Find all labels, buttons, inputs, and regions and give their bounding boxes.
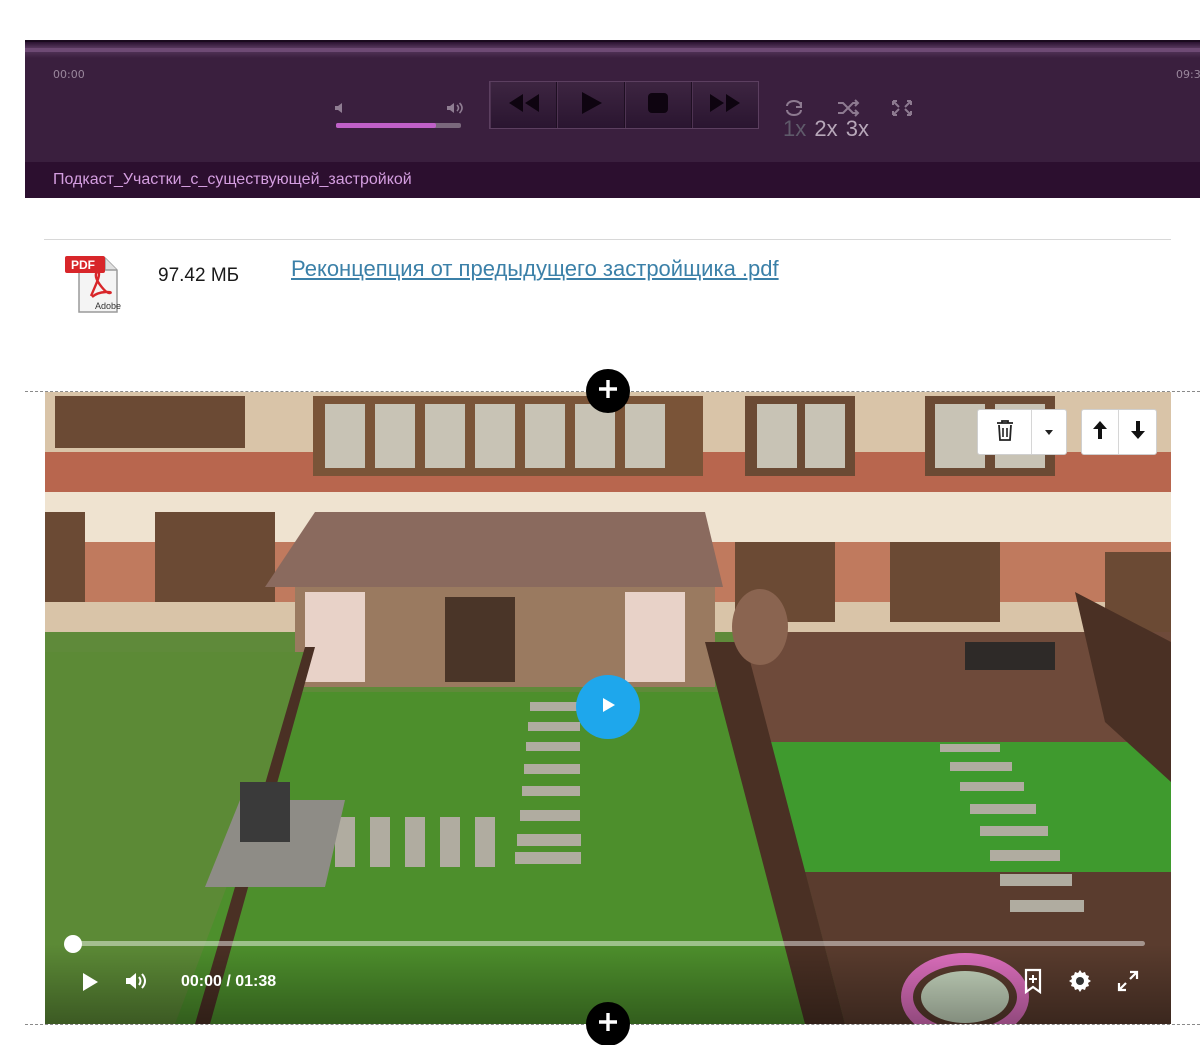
- pdf-brand-label: Adobe: [95, 301, 121, 311]
- fullscreen-icon: [1117, 970, 1139, 997]
- speed-selector: 1x 2x 3x: [783, 116, 871, 142]
- pdf-file-icon[interactable]: PDF Adobe: [63, 254, 125, 316]
- audio-title-bar: Подкаст_Участки_с_существующей_застройко…: [25, 162, 1200, 198]
- speaker-loud-icon[interactable]: [445, 100, 467, 116]
- audio-player: 00:00 09:3 1x 2x 3x Подкаст_Участки_с_су…: [25, 40, 1200, 198]
- audio-seek-bar[interactable]: [25, 40, 1200, 58]
- video-settings-button[interactable]: [1067, 969, 1093, 998]
- rewind-button[interactable]: [490, 82, 558, 128]
- video-fullscreen-button[interactable]: [1115, 970, 1141, 996]
- gear-icon: [1068, 969, 1092, 998]
- move-block-down-button[interactable]: [1119, 410, 1156, 454]
- repeat-icon[interactable]: [781, 98, 807, 118]
- volume-slider-fill: [336, 123, 436, 128]
- delete-block-button[interactable]: [978, 410, 1032, 454]
- pdf-badge-label: PDF: [71, 258, 95, 272]
- block-options-dropdown[interactable]: [1032, 410, 1066, 454]
- trash-icon: [995, 419, 1015, 446]
- arrow-down-icon: [1129, 419, 1147, 446]
- stop-button[interactable]: [624, 82, 692, 128]
- video-bookmark-button[interactable]: [1021, 968, 1045, 999]
- volume-slider[interactable]: [336, 123, 461, 128]
- video-player[interactable]: 00:00 / 01:38: [45, 392, 1171, 1024]
- play-icon: [81, 972, 99, 997]
- file-size: 97.42 МБ: [158, 265, 240, 286]
- transport-controls: [489, 81, 759, 129]
- fast-forward-icon: [708, 92, 742, 119]
- video-time-display: 00:00 / 01:38: [181, 973, 277, 990]
- block-tools-delete-group: [977, 409, 1067, 455]
- speaker-mute-icon[interactable]: [333, 100, 349, 116]
- plus-icon: [596, 1010, 620, 1039]
- divider: [44, 239, 1171, 240]
- fast-forward-button[interactable]: [691, 82, 758, 128]
- speed-option-2x[interactable]: 2x: [814, 116, 837, 141]
- video-progress-handle[interactable]: [64, 935, 82, 953]
- bookmark-icon: [1023, 968, 1043, 999]
- caret-down-icon: [1043, 423, 1055, 441]
- play-icon: [598, 695, 618, 720]
- video-play-button[interactable]: [78, 972, 102, 996]
- speed-option-1x[interactable]: 1x: [783, 116, 806, 141]
- rewind-icon: [507, 92, 541, 119]
- audio-time-start: 00:00: [53, 68, 85, 81]
- fullscreen-icon[interactable]: [889, 98, 915, 118]
- stop-icon: [647, 92, 669, 119]
- add-block-above-button[interactable]: [586, 369, 630, 413]
- plus-icon: [596, 377, 620, 406]
- video-play-overlay-button[interactable]: [576, 675, 640, 739]
- video-progress-bar[interactable]: [64, 935, 1145, 953]
- add-block-below-button[interactable]: [586, 1002, 630, 1045]
- play-button[interactable]: [557, 82, 625, 128]
- move-block-up-button[interactable]: [1082, 410, 1119, 454]
- file-download-link[interactable]: Реконцепция от предыдущего застройщика .…: [291, 256, 779, 282]
- shuffle-icon[interactable]: [835, 98, 861, 118]
- speed-option-3x[interactable]: 3x: [846, 116, 869, 141]
- volume-icon: [124, 971, 148, 996]
- audio-title: Подкаст_Участки_с_существующей_застройко…: [53, 171, 412, 188]
- video-volume-button[interactable]: [123, 971, 149, 995]
- arrow-up-icon: [1091, 419, 1109, 446]
- block-tools-move-group: [1081, 409, 1157, 455]
- audio-time-end: 09:3: [1176, 68, 1200, 81]
- play-icon: [578, 90, 604, 121]
